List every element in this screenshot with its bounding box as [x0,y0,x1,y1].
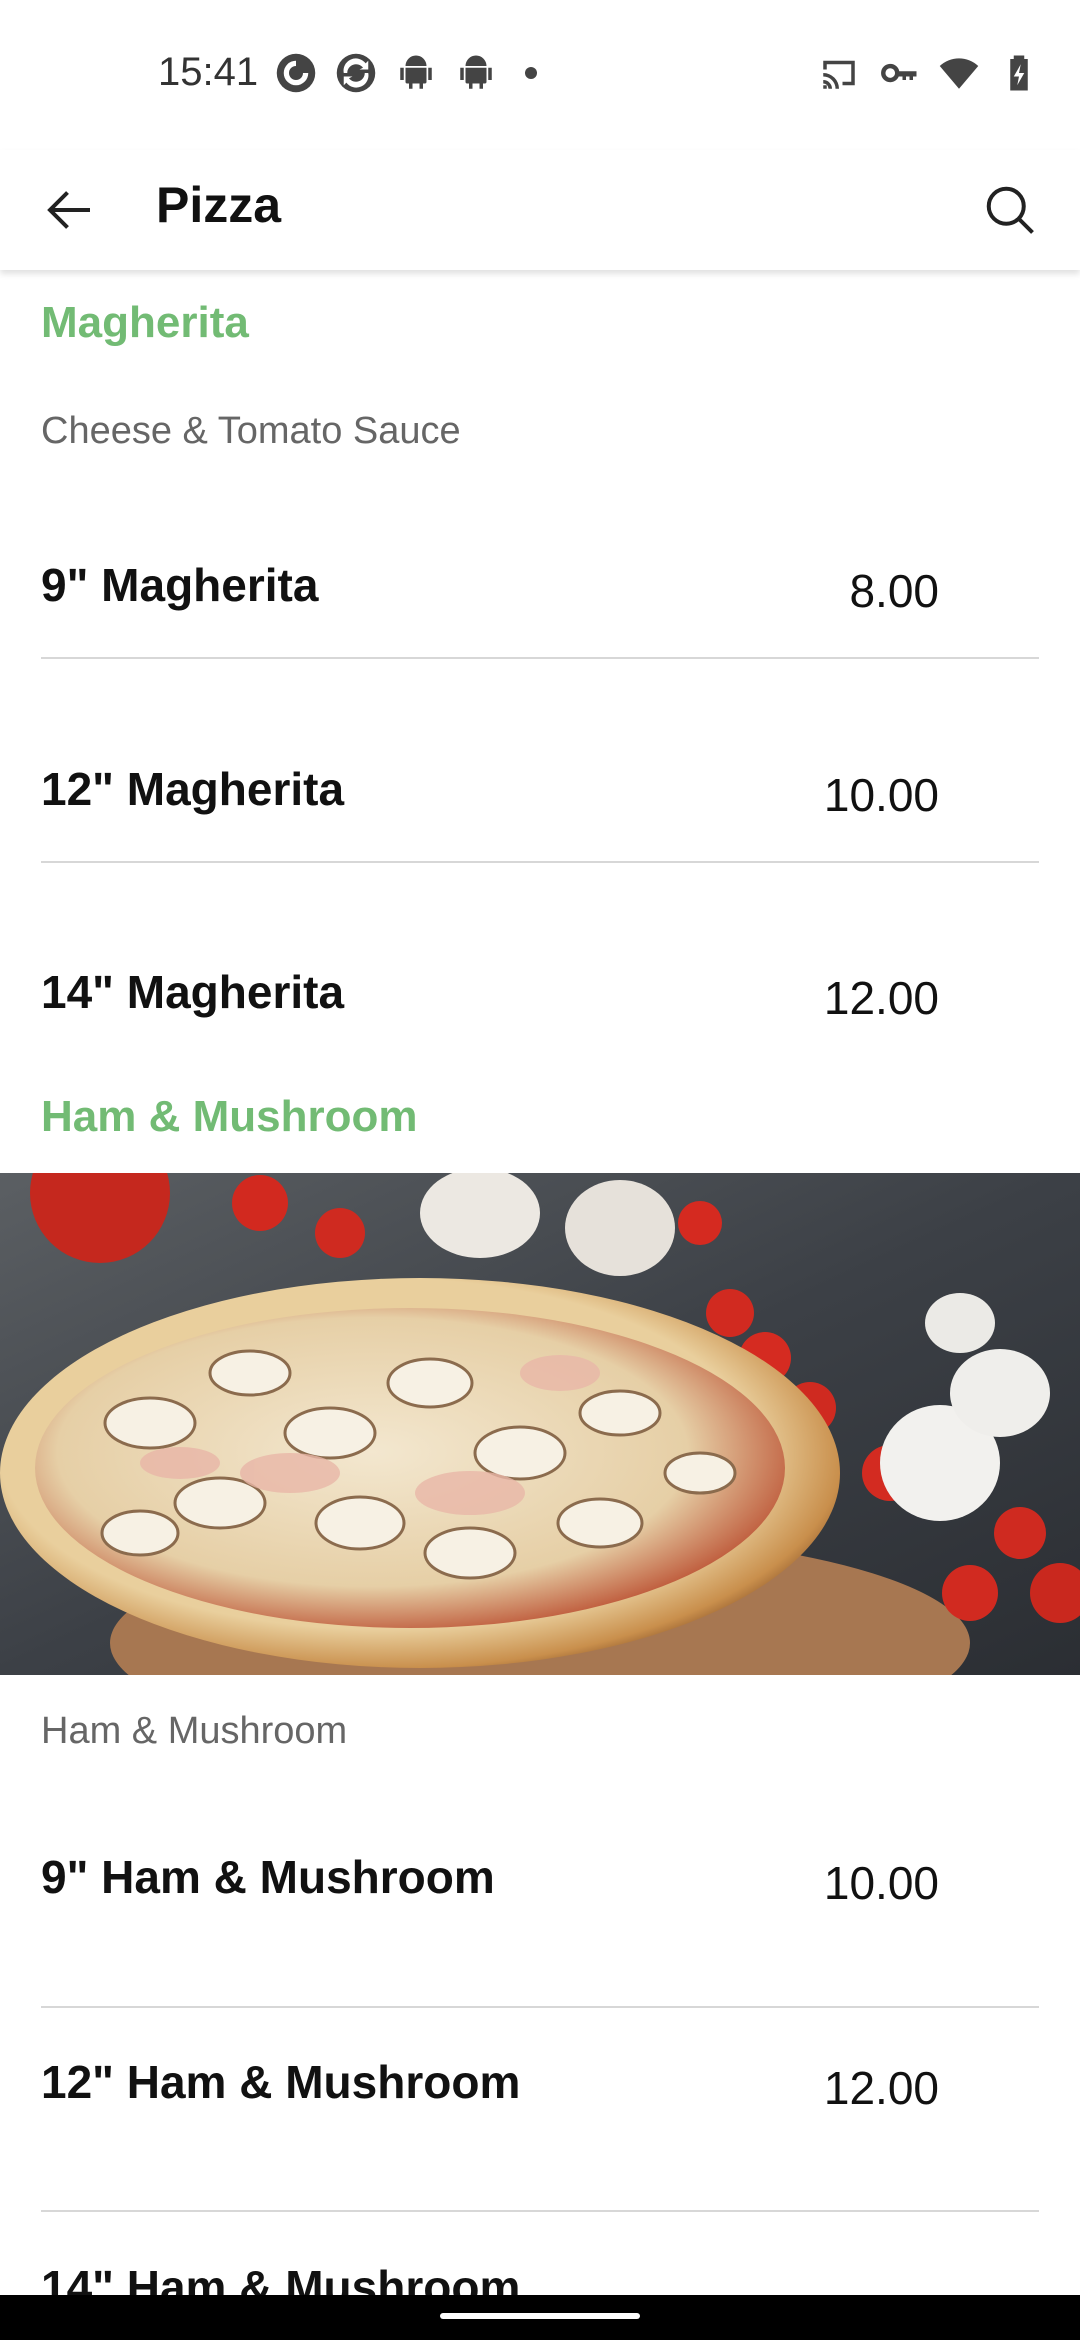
menu-list[interactable]: Magherita Cheese & Tomato Sauce 9" Maghe… [0,270,1080,2295]
pocketcasts-icon [276,53,316,93]
home-gesture-handle[interactable] [440,2313,640,2319]
arrow-back-icon[interactable] [40,180,100,240]
vpn-key-icon [881,63,917,83]
menu-item[interactable]: 14" Magherita 12.00 [0,915,1080,1119]
divider [41,657,1039,659]
item-price: 12.00 [823,972,939,1024]
android-icon [460,55,492,89]
menu-item[interactable]: 9" Magherita 8.00 [0,508,1080,712]
ham-mushroom-pizza-photo [0,1173,1080,1675]
status-notification-icons [275,52,537,94]
item-name: 9" Magherita [41,559,319,611]
sync-icon [336,53,376,93]
system-nav-bar [0,2295,1080,2340]
item-name: 12" Magherita [41,763,345,815]
section-description: Ham & Mushroom [41,1710,348,1752]
wifi-icon [939,58,979,89]
status-system-icons [818,52,1040,94]
cast-icon [823,60,855,89]
status-time: 15:41 [158,50,259,94]
pizza-illustration [0,1173,1080,1675]
battery-charging-icon [1010,55,1028,91]
status-bar: 15:41 [0,0,1080,150]
section-title: Magherita [41,298,249,347]
item-name: 14" Magherita [41,966,345,1018]
menu-item[interactable]: 14" Ham & Mushroom [0,2210,1080,2295]
app-bar: Pizza [0,150,1080,270]
item-price: 8.00 [849,565,939,617]
page-title: Pizza [156,177,282,233]
menu-item[interactable]: 12" Magherita 10.00 [0,712,1080,916]
section-description: Cheese & Tomato Sauce [41,410,461,452]
menu-item[interactable]: 12" Ham & Mushroom 12.00 [0,2005,1080,2209]
item-name: 12" Ham & Mushroom [41,2056,521,2108]
android-icon [400,55,432,89]
menu-item[interactable]: 9" Ham & Mushroom 10.00 [0,1800,1080,2004]
item-price: 10.00 [823,769,939,821]
dot-icon [525,67,537,79]
item-price: 12.00 [823,2062,939,2114]
section-title: Ham & Mushroom [41,1092,418,1141]
search-icon[interactable] [980,180,1040,240]
item-name: 14" Ham & Mushroom [41,2261,521,2295]
item-name: 9" Ham & Mushroom [41,1851,495,1903]
item-price: 10.00 [823,1857,939,1909]
divider [41,861,1039,863]
